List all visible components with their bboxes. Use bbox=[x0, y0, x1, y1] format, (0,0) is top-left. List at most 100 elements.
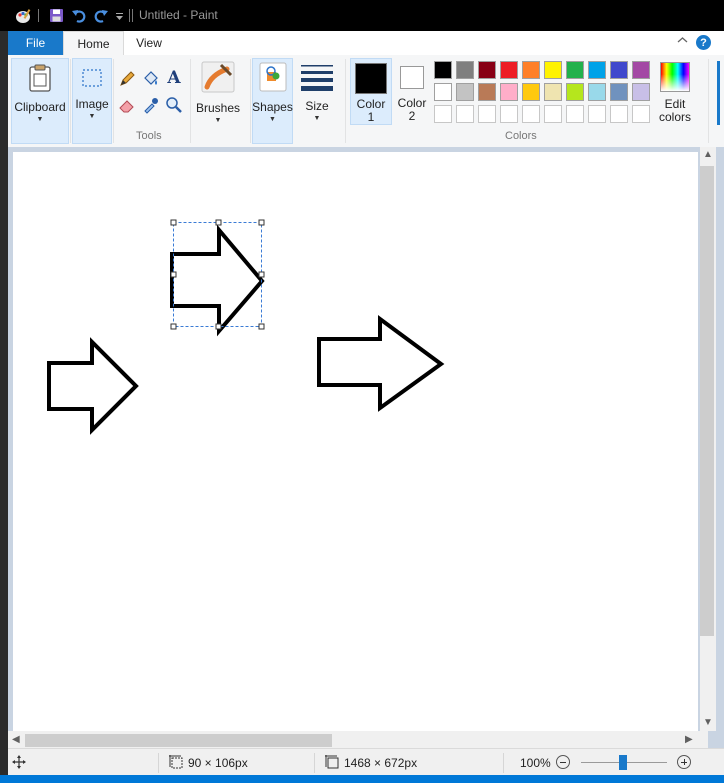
color1-button[interactable]: Color 1 bbox=[350, 58, 392, 125]
palette-swatch[interactable] bbox=[610, 83, 628, 101]
resize-handle[interactable] bbox=[215, 323, 222, 330]
tab-home[interactable]: Home bbox=[63, 31, 124, 56]
selection-size-icon bbox=[169, 755, 183, 772]
palette-swatch-empty[interactable] bbox=[588, 105, 606, 123]
resize-handle[interactable] bbox=[170, 271, 177, 278]
zoom-in-icon[interactable] bbox=[677, 755, 691, 769]
collapse-ribbon-icon[interactable] bbox=[677, 35, 689, 49]
palette-swatch[interactable] bbox=[566, 61, 584, 79]
shapes-button[interactable]: Shapes ▼ bbox=[252, 58, 293, 144]
scroll-up-icon[interactable]: ▲ bbox=[703, 149, 713, 160]
palette-swatch[interactable] bbox=[456, 83, 474, 101]
color2-button[interactable]: Color 2 bbox=[394, 58, 430, 123]
scroll-down-icon[interactable]: ▼ bbox=[703, 717, 713, 728]
palette-swatch-empty[interactable] bbox=[522, 105, 540, 123]
horizontal-scroll-thumb[interactable] bbox=[25, 734, 332, 747]
palette-swatch-empty[interactable] bbox=[610, 105, 628, 123]
brushes-button[interactable]: Brushes ▼ bbox=[195, 58, 241, 142]
zoom-out-icon[interactable] bbox=[556, 755, 570, 769]
palette-swatch-empty[interactable] bbox=[500, 105, 518, 123]
image-label: Image bbox=[75, 97, 109, 111]
arrow-shape-right[interactable] bbox=[317, 315, 445, 412]
undo-icon[interactable] bbox=[70, 7, 88, 24]
size-button[interactable]: Size ▼ bbox=[296, 58, 338, 142]
clipboard-button[interactable]: Clipboard ▼ bbox=[11, 58, 69, 144]
chevron-down-icon: ▼ bbox=[269, 116, 276, 123]
palette-swatch[interactable] bbox=[522, 83, 540, 101]
customize-quick-access-icon[interactable] bbox=[114, 7, 124, 24]
chevron-down-icon: ▼ bbox=[36, 116, 44, 123]
palette-swatch[interactable] bbox=[588, 83, 606, 101]
palette-swatch[interactable] bbox=[610, 61, 628, 79]
zoom-level: 100% bbox=[520, 756, 551, 770]
resize-handle[interactable] bbox=[258, 323, 265, 330]
eraser-icon[interactable] bbox=[118, 96, 136, 114]
color-picker-icon[interactable] bbox=[142, 96, 160, 114]
title-separator bbox=[38, 9, 39, 22]
ribbon-home: Clipboard ▼ Image ▼ A Tools Brushes ▼ Sh… bbox=[8, 55, 724, 148]
chevron-down-icon: ▼ bbox=[214, 117, 222, 124]
palette-swatch[interactable] bbox=[566, 83, 584, 101]
fill-bucket-icon[interactable] bbox=[142, 70, 160, 88]
palette-swatch[interactable] bbox=[632, 83, 650, 101]
status-bar: 90 × 106px 1468 × 672px 100% bbox=[8, 748, 724, 776]
rainbow-palette-icon bbox=[660, 62, 690, 92]
zoom-slider-thumb[interactable] bbox=[619, 755, 627, 770]
group-divider bbox=[708, 59, 709, 143]
canvas-size: 1468 × 672px bbox=[344, 756, 418, 770]
arrow-shape-selected[interactable] bbox=[170, 224, 265, 337]
edit-colors-button[interactable]: Edit colors bbox=[656, 58, 694, 128]
resize-handle[interactable] bbox=[170, 323, 177, 330]
redo-icon[interactable] bbox=[92, 7, 110, 24]
palette-swatch[interactable] bbox=[456, 61, 474, 79]
resize-handle[interactable] bbox=[170, 219, 177, 226]
palette-swatch[interactable] bbox=[588, 61, 606, 79]
palette-swatch[interactable] bbox=[544, 61, 562, 79]
palette-swatch[interactable] bbox=[522, 61, 540, 79]
palette-swatch-empty[interactable] bbox=[456, 105, 474, 123]
ribbon-tab-bar: File Home View ? bbox=[8, 31, 724, 56]
palette-swatch-empty[interactable] bbox=[434, 105, 452, 123]
magnifier-icon[interactable] bbox=[165, 96, 183, 114]
canvas-drawing bbox=[47, 219, 445, 435]
resize-handle[interactable] bbox=[258, 271, 265, 278]
palette-swatch[interactable] bbox=[544, 83, 562, 101]
clipboard-label: Clipboard bbox=[14, 100, 66, 114]
title-separator bbox=[129, 9, 130, 22]
paint-app-icon[interactable] bbox=[15, 7, 33, 24]
palette-swatch[interactable] bbox=[500, 61, 518, 79]
palette-swatch[interactable] bbox=[434, 61, 452, 79]
palette-swatch-empty[interactable] bbox=[566, 105, 584, 123]
size-label: Size bbox=[305, 99, 329, 113]
palette-swatch[interactable] bbox=[632, 61, 650, 79]
scroll-right-icon[interactable]: ▶ bbox=[685, 734, 693, 745]
brush-icon bbox=[201, 61, 235, 96]
palette-swatch[interactable] bbox=[434, 83, 452, 101]
group-divider bbox=[250, 59, 251, 143]
group-divider bbox=[345, 59, 346, 143]
palette-swatch[interactable] bbox=[500, 83, 518, 101]
palette-swatch-empty[interactable] bbox=[632, 105, 650, 123]
save-icon[interactable] bbox=[48, 7, 64, 24]
color1-label-line2: 1 bbox=[367, 110, 375, 124]
text-icon[interactable]: A bbox=[165, 68, 183, 88]
scroll-left-icon[interactable]: ◀ bbox=[12, 734, 20, 745]
resize-handle[interactable] bbox=[215, 219, 222, 226]
pencil-icon[interactable] bbox=[118, 70, 136, 88]
palette-swatch-empty[interactable] bbox=[478, 105, 496, 123]
arrow-shape-left[interactable] bbox=[47, 337, 139, 435]
palette-swatch[interactable] bbox=[478, 83, 496, 101]
vertical-scroll-thumb[interactable] bbox=[700, 166, 714, 636]
color2-label-line2: 2 bbox=[408, 109, 416, 123]
image-button[interactable]: Image ▼ bbox=[72, 58, 112, 144]
line-size-icon bbox=[300, 63, 334, 94]
cursor-position-icon bbox=[12, 755, 26, 772]
palette-swatch[interactable] bbox=[478, 61, 496, 79]
tab-view[interactable]: View bbox=[123, 31, 175, 55]
help-icon[interactable]: ? bbox=[696, 35, 711, 50]
drawing-canvas[interactable] bbox=[13, 152, 698, 740]
tab-file[interactable]: File bbox=[8, 31, 63, 55]
clipboard-icon bbox=[27, 64, 53, 95]
resize-handle[interactable] bbox=[258, 219, 265, 226]
palette-swatch-empty[interactable] bbox=[544, 105, 562, 123]
